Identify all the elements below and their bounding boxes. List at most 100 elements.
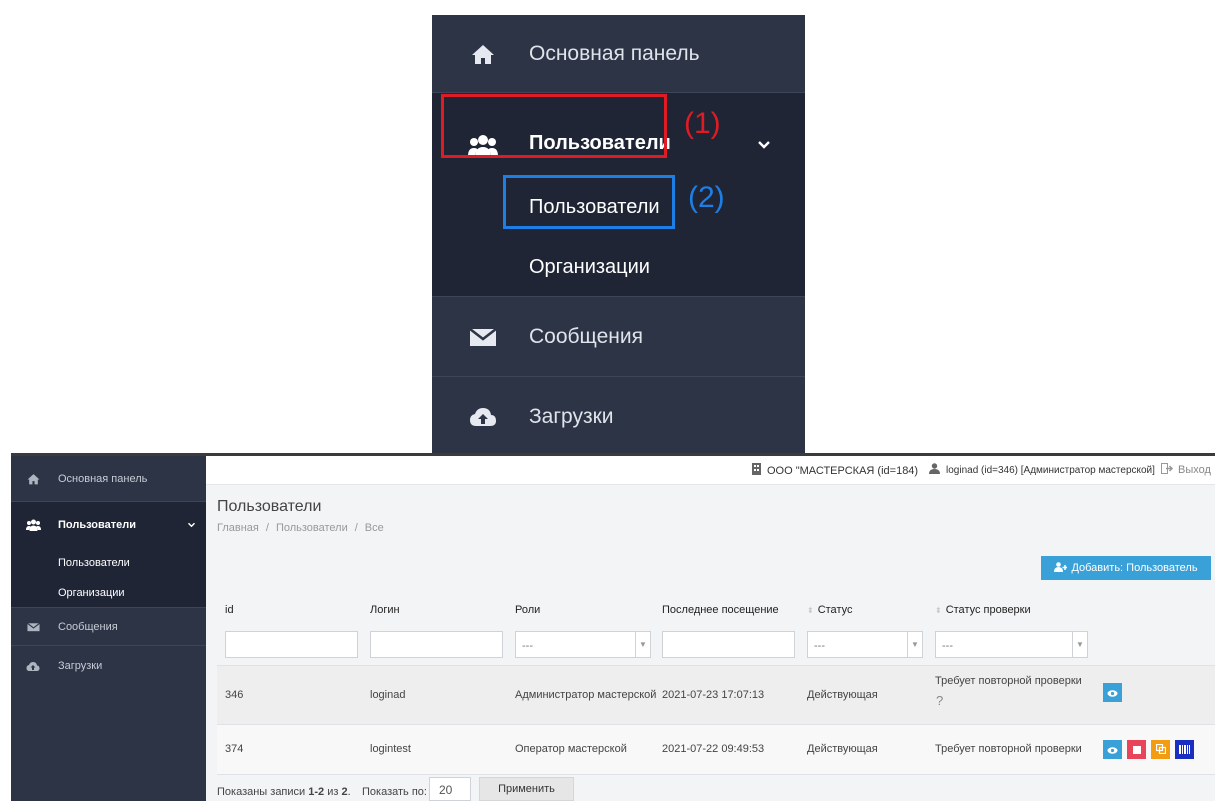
barcode-button[interactable] xyxy=(1175,740,1194,759)
user-name: loginad (id=346) [Администратор мастерск… xyxy=(946,464,1155,476)
sign-out-icon xyxy=(1161,463,1174,477)
user-indicator[interactable]: loginad (id=346) [Администратор мастерск… xyxy=(929,463,1155,477)
users-icon xyxy=(25,519,41,531)
sidebar-item-dashboard[interactable]: Основная панель xyxy=(11,456,206,502)
filter-roles-select[interactable]: --- ▼ xyxy=(515,631,651,658)
per-page-label: Показать по: xyxy=(362,786,427,798)
cell-last-visit: 2021-07-22 09:49:53 xyxy=(662,743,765,755)
eye-icon xyxy=(1107,684,1118,702)
user-plus-icon xyxy=(1054,561,1068,575)
summary-range: 1-2 xyxy=(308,786,325,798)
organization-indicator[interactable]: ООО "МАСТЕРСКАЯ (id=184) xyxy=(751,463,918,478)
view-button[interactable] xyxy=(1103,683,1122,702)
add-user-label: Добавить: Пользователь xyxy=(1071,562,1198,574)
column-header-last-visit[interactable]: Последнее посещение xyxy=(662,604,779,616)
column-header-status[interactable]: ⬍ Статус xyxy=(807,604,852,616)
select-value: --- xyxy=(814,640,825,652)
breadcrumb-home[interactable]: Главная xyxy=(217,522,259,534)
sidebar: Основная панель Пользователи Пользовател… xyxy=(11,456,206,801)
chevron-down-icon xyxy=(757,137,771,155)
cell-last-visit: 2021-07-23 17:07:13 xyxy=(662,689,765,701)
cell-roles: Оператор мастерской xyxy=(515,743,627,755)
marker-label-2: (2) xyxy=(688,181,725,214)
cell-id: 346 xyxy=(225,689,244,701)
filter-last-visit-input[interactable] xyxy=(662,631,795,658)
chevron-down-icon xyxy=(187,520,196,531)
sidebar-subitem-organizations[interactable]: Организации xyxy=(11,578,206,608)
filter-id-input[interactable] xyxy=(225,631,358,658)
sidebar-label: Организации xyxy=(58,586,125,599)
zoom-sidebar-item-messages[interactable]: Сообщения xyxy=(432,297,805,377)
question-icon[interactable]: ? xyxy=(936,693,943,708)
envelope-icon xyxy=(468,322,498,352)
caret-down-icon: ▼ xyxy=(635,632,650,657)
block-button[interactable] xyxy=(1127,740,1146,759)
select-value: --- xyxy=(942,640,953,652)
caret-down-icon: ▼ xyxy=(1072,632,1087,657)
view-button[interactable] xyxy=(1103,740,1122,759)
summary-suffix: . xyxy=(347,786,351,798)
zoom-sidebar-label: Сообщения xyxy=(529,324,643,348)
app-screenshot: Основная панель Пользователи Пользовател… xyxy=(11,453,1215,801)
column-header-login[interactable]: Логин xyxy=(370,604,400,616)
apply-button[interactable]: Применить xyxy=(479,777,574,801)
sidebar-item-users[interactable]: Пользователи xyxy=(11,502,206,548)
sort-icon: ⬍ xyxy=(935,605,942,615)
building-icon xyxy=(751,463,762,478)
sidebar-item-downloads[interactable]: Загрузки xyxy=(11,646,206,686)
logout-label: Выход xyxy=(1178,464,1211,476)
cell-id: 374 xyxy=(225,743,244,755)
cell-status: Действующая xyxy=(807,689,878,701)
breadcrumb-users[interactable]: Пользователи xyxy=(276,522,348,534)
sort-icon: ⬍ xyxy=(807,605,814,615)
home-icon xyxy=(468,39,498,69)
cell-roles: Администратор мастерской xyxy=(515,689,657,701)
sidebar-label: Сообщения xyxy=(58,620,118,633)
home-icon xyxy=(25,473,41,485)
zoom-sidebar-label: Организации xyxy=(529,256,650,278)
cell-login: loginad xyxy=(370,689,406,701)
user-icon xyxy=(929,463,940,477)
barcode-icon xyxy=(1179,741,1190,759)
breadcrumb: Главная / Пользователи / Все xyxy=(217,522,384,534)
column-header-label: Роли xyxy=(515,604,541,616)
highlight-box-2 xyxy=(503,175,675,229)
add-user-button[interactable]: Добавить: Пользователь xyxy=(1041,556,1211,580)
highlight-box-1 xyxy=(441,94,667,158)
zoom-sidebar-subitem-organizations[interactable]: Организации xyxy=(432,239,805,297)
column-header-roles[interactable]: Роли xyxy=(515,604,540,616)
summary-prefix: Показаны записи xyxy=(217,786,309,798)
zoomed-sidebar: Основная панель Пользователи Пользовател… xyxy=(432,15,805,456)
summary-of: из xyxy=(324,786,342,798)
filter-check-status-select[interactable]: --- ▼ xyxy=(935,631,1088,658)
sidebar-item-messages[interactable]: Сообщения xyxy=(11,608,206,646)
zoom-sidebar-item-downloads[interactable]: Загрузки xyxy=(432,377,805,456)
table-row: 346 loginad Администратор мастерской 202… xyxy=(217,665,1215,724)
sidebar-label: Пользователи xyxy=(58,557,130,569)
caret-down-icon: ▼ xyxy=(907,632,922,657)
sidebar-label: Загрузки xyxy=(58,660,103,672)
filter-login-input[interactable] xyxy=(370,631,503,658)
sidebar-subitem-users[interactable]: Пользователи xyxy=(11,548,206,578)
zoom-sidebar-item-dashboard[interactable]: Основная панель xyxy=(432,15,805,93)
page-title: Пользователи xyxy=(217,498,322,515)
copy-icon xyxy=(1155,741,1166,759)
table-row: 374 logintest Оператор мастерской 2021-0… xyxy=(217,724,1215,775)
sidebar-label: Основная панель xyxy=(58,472,148,485)
envelope-icon xyxy=(25,622,41,632)
column-header-label: Статус xyxy=(817,604,853,616)
column-header-label: id xyxy=(225,604,234,616)
square-icon xyxy=(1132,741,1141,759)
eye-icon xyxy=(1107,741,1118,759)
copy-button[interactable] xyxy=(1151,740,1170,759)
top-bar: ООО "МАСТЕРСКАЯ (id=184) loginad (id=346… xyxy=(206,456,1215,485)
filter-status-select[interactable]: --- ▼ xyxy=(807,631,923,658)
per-page-input[interactable]: 20 xyxy=(429,777,471,801)
cloud-upload-icon xyxy=(25,661,41,672)
column-header-id[interactable]: id xyxy=(225,604,234,616)
select-value: --- xyxy=(522,640,533,652)
column-header-label: Последнее посещение xyxy=(662,604,779,616)
column-header-check-status[interactable]: ⬍ Статус проверки xyxy=(935,604,1031,616)
marker-label-1: (1) xyxy=(684,107,721,140)
logout-link[interactable]: Выход xyxy=(1161,463,1211,477)
